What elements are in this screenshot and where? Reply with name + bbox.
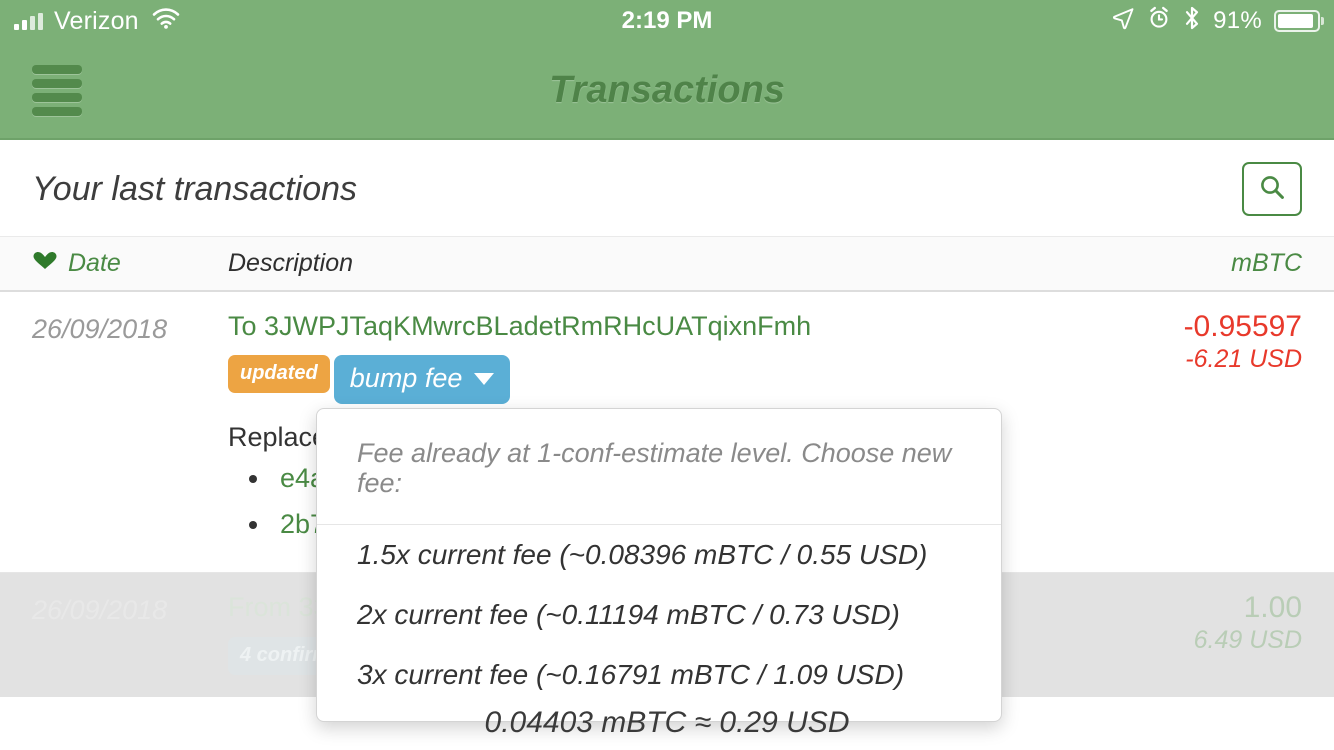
status-bar-left: Verizon [14,7,180,36]
bluetooth-icon [1183,5,1201,38]
row-amount-usd: 6.49 USD [1193,626,1302,655]
page-title: Transactions [549,68,785,111]
column-header-amount[interactable]: mBTC [1092,249,1302,278]
section-title: Your last transactions [32,169,358,208]
column-header-date[interactable]: Date [32,249,228,278]
column-header-description[interactable]: Description [228,249,1092,278]
chevron-down-sort-icon [32,249,58,278]
dropdown-header: Fee already at 1-conf-estimate level. Ch… [317,417,1001,526]
signal-bars-icon [14,12,43,30]
row-description: To 3JWPJTaqKMwrcBLadetRmRHcUATqixnFmh [228,311,812,341]
row-amount-usd: -6.21 USD [1185,344,1302,373]
bump-fee-label: bump fee [349,363,463,394]
alarm-clock-icon [1147,6,1171,37]
search-button[interactable] [1242,162,1302,216]
row-amount-cell: 1.00 6.49 USD [1092,591,1302,674]
column-header-description-label: Description [228,249,354,277]
battery-percent-label: 91% [1213,7,1262,34]
row-amount-btc: -0.95597 [1183,310,1302,343]
fee-option-2x[interactable]: 2x current fee (~0.11194 mBTC / 0.73 USD… [317,585,1001,645]
row-amount-btc: 1.00 [1243,591,1302,625]
status-bar: Verizon 2:19 PM 91% [0,0,1334,42]
chevron-down-icon [474,372,495,385]
row-date: 26/09/2018 [32,595,168,626]
column-header-date-label: Date [68,249,121,277]
nav-header: Transactions [0,42,1334,140]
fee-option-3x[interactable]: 3x current fee (~0.16791 mBTC / 1.09 USD… [317,645,1001,705]
hamburger-menu-icon[interactable] [32,64,82,116]
fee-option-1-5x[interactable]: 1.5x current fee (~0.08396 mBTC / 0.55 U… [317,525,1001,585]
bump-fee-button[interactable]: bump fee [333,355,511,405]
wifi-icon [152,8,180,34]
location-arrow-icon [1111,6,1135,37]
row-badges: updated bump fee [228,355,1092,405]
page-head: Your last transactions [0,140,1334,236]
row-amount-cell: -0.95597 -6.21 USD [1092,310,1302,550]
carrier-label: Verizon [54,6,139,35]
status-bar-right: 91% [1111,5,1320,38]
app-root: Verizon 2:19 PM 91% Transactions Your la… [0,0,1334,750]
battery-icon [1274,10,1320,32]
row-date: 26/09/2018 [32,314,168,344]
table-header-row: Date Description mBTC [0,236,1334,292]
search-icon [1257,172,1287,207]
column-header-amount-label: mBTC [1231,249,1302,277]
status-badge: updated [228,355,330,394]
bump-fee-dropdown: Fee already at 1-conf-estimate level. Ch… [316,408,1002,723]
